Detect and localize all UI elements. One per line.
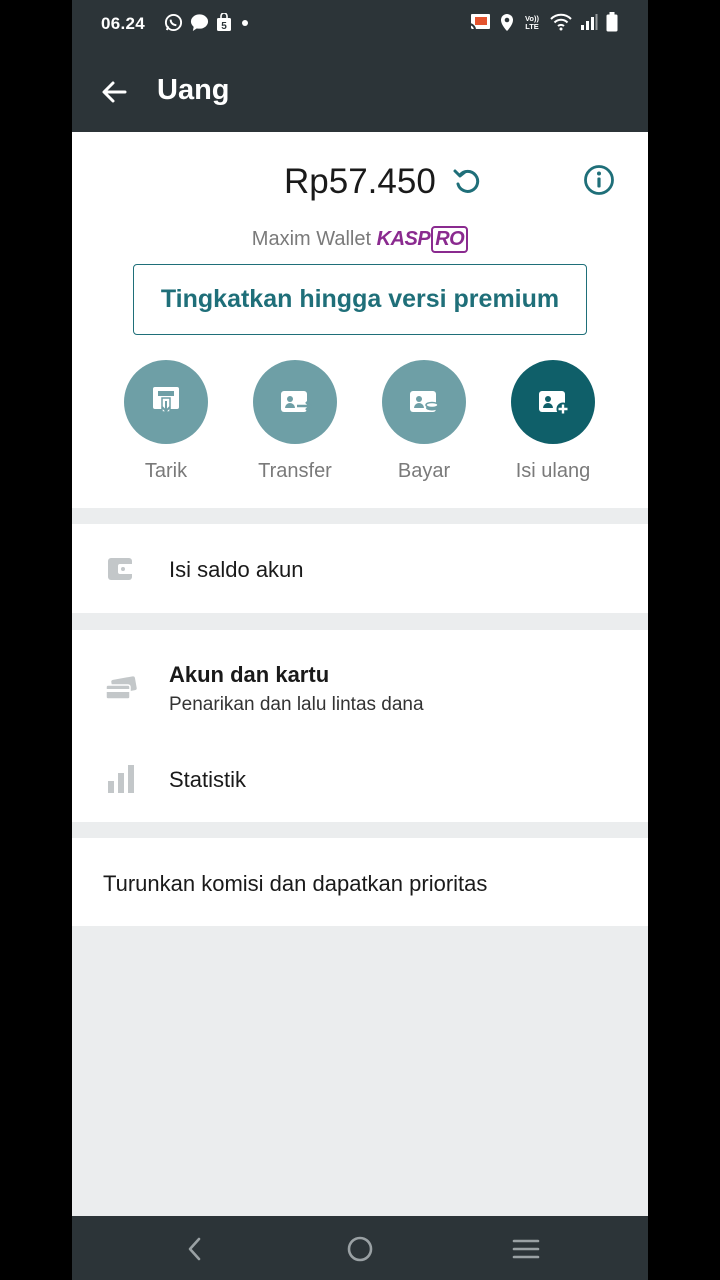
recents-nav-icon — [512, 1239, 540, 1259]
action-label: Bayar — [397, 460, 451, 482]
upgrade-premium-button[interactable]: Tingkatkan hingga versi premium — [133, 264, 587, 335]
phone-screen: 06.24 5 Vo)) LTE Uang Rp57.450 Maxim Wal… — [72, 0, 648, 1280]
wallet-topup-icon — [511, 360, 595, 444]
accounts-section: Akun dan kartu Penarikan dan lalu lintas… — [72, 630, 648, 822]
nav-home-button[interactable] — [340, 1230, 380, 1268]
kaspro-logo: KASP RO — [377, 226, 469, 253]
whatsapp-icon — [164, 13, 183, 32]
back-nav-icon — [188, 1237, 201, 1261]
nav-recents-button[interactable] — [506, 1230, 546, 1268]
svg-text:5: 5 — [221, 21, 227, 32]
volte-icon: Vo)) LTE — [522, 13, 542, 31]
shopping-bag-icon: 5 — [216, 13, 232, 32]
location-icon — [500, 13, 514, 32]
menu-item-lower-commission[interactable]: Turunkan komisi dan dapatkan prioritas — [72, 838, 648, 926]
refresh-button[interactable] — [450, 165, 484, 199]
row-sublabel: Penarikan dan lalu lintas dana — [169, 694, 424, 715]
action-label: Transfer — [258, 460, 332, 482]
status-bar: 06.24 5 Vo)) LTE — [72, 0, 648, 48]
wallet-transfer-icon — [253, 360, 337, 444]
wallet-pay-icon — [382, 360, 466, 444]
row-label: Isi saldo akun — [169, 557, 304, 582]
svg-text:LTE: LTE — [525, 22, 539, 31]
chat-bubble-icon — [190, 13, 209, 32]
atm-withdraw-icon — [124, 360, 208, 444]
wallet-card: Rp57.450 Maxim Wallet KASP RO Tingkatkan … — [72, 132, 648, 508]
dot-icon — [239, 17, 251, 29]
arrow-left-icon — [102, 81, 127, 103]
row-label: Akun dan kartu — [169, 662, 330, 687]
wifi-icon — [550, 13, 572, 31]
action-transfer[interactable]: Transfer — [240, 360, 350, 483]
wallet-icon — [104, 552, 138, 586]
menu-item-statistics[interactable]: Statistik — [72, 740, 648, 822]
cast-icon — [468, 12, 492, 32]
system-nav-bar — [72, 1216, 648, 1280]
wallet-label: Maxim Wallet — [251, 228, 372, 250]
app-bar: Uang — [72, 48, 648, 132]
row-label: Turunkan komisi dan dapatkan prioritas — [103, 871, 488, 896]
row-label: Statistik — [169, 767, 247, 792]
battery-icon — [606, 12, 618, 32]
info-icon — [584, 165, 614, 195]
topup-section: Isi saldo akun — [72, 524, 648, 613]
home-nav-icon — [347, 1236, 373, 1262]
action-label: Tarik — [144, 460, 188, 482]
action-topup[interactable]: Isi ulang — [498, 360, 608, 483]
wallet-provider-line: Maxim Wallet KASP RO — [72, 226, 648, 253]
signal-icon — [580, 13, 598, 31]
commission-section: Turunkan komisi dan dapatkan prioritas — [72, 838, 648, 926]
refresh-icon — [453, 169, 480, 193]
back-button[interactable] — [94, 72, 134, 112]
info-button[interactable] — [582, 163, 616, 197]
bar-chart-icon — [104, 762, 138, 796]
action-withdraw[interactable]: Tarik — [111, 360, 221, 483]
action-label: Isi ulang — [515, 460, 591, 482]
nav-back-button[interactable] — [175, 1230, 215, 1268]
action-pay[interactable]: Bayar — [369, 360, 479, 483]
balance-amount: Rp57.450 — [284, 162, 436, 201]
page-title: Uang — [157, 74, 230, 106]
menu-item-topup-account[interactable]: Isi saldo akun — [72, 524, 648, 613]
cards-icon — [104, 672, 138, 706]
menu-item-accounts-cards[interactable]: Akun dan kartu Penarikan dan lalu lintas… — [72, 630, 648, 740]
status-time: 06.24 — [101, 14, 146, 33]
